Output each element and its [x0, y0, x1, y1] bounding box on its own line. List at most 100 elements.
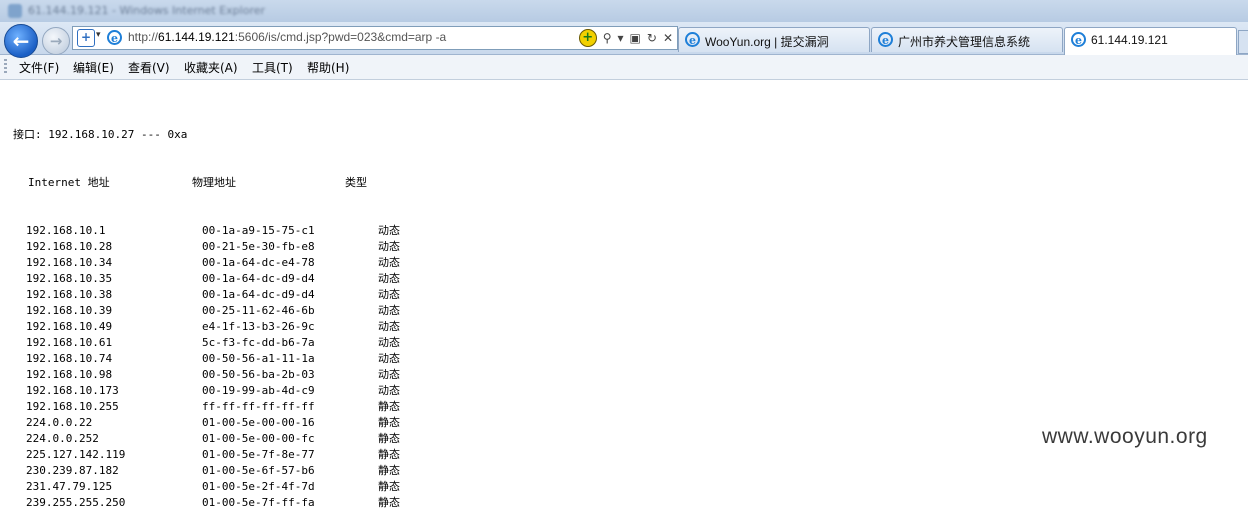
search-icon[interactable]: ⚲	[603, 31, 612, 45]
tab-active-ip[interactable]: e 61.144.19.121	[1064, 27, 1237, 55]
table-row: 192.168.10.173 00-19-99-ab-4d-c9 动态	[13, 383, 400, 399]
ie-page-icon: e	[107, 30, 122, 45]
table-row: 231.47.79.125 01-00-5e-2f-4f-7d 静态	[13, 479, 400, 495]
toolbar-grip[interactable]	[4, 59, 7, 75]
cell-type: 动态	[378, 256, 400, 269]
tab-label: 61.144.19.121	[1091, 33, 1168, 47]
cell-mac: 00-50-56-a1-11-1a	[202, 352, 315, 365]
cell-mac: 00-21-5e-30-fb-e8	[202, 240, 315, 253]
table-row: 192.168.10.74 00-50-56-a1-11-1a 动态	[13, 351, 400, 367]
cell-ip: 192.168.10.98	[26, 368, 113, 381]
cell-mac: 00-1a-a9-15-75-c1	[202, 224, 315, 237]
cell-type: 静态	[378, 432, 400, 445]
cell-type: 动态	[378, 240, 400, 253]
cell-ip: 224.0.0.22	[26, 416, 93, 429]
header-ip: Internet 地址	[28, 176, 110, 189]
table-row: 192.168.10.1 00-1a-a9-15-75-c1 动态	[13, 223, 400, 239]
cell-type: 动态	[378, 352, 400, 365]
table-row: 224.0.0.22 01-00-5e-00-00-16 静态	[13, 415, 400, 431]
url-host: 61.144.19.121	[158, 30, 235, 44]
interface-line: 接口: 192.168.10.27 --- 0xa	[13, 127, 187, 143]
tab-label: 广州市养犬管理信息系统	[898, 35, 1031, 49]
address-tools: + ⚲ ▾ ▣ ↻ ✕	[578, 29, 673, 47]
arp-output: 接口: 192.168.10.27 --- 0xa Internet 地址 物理…	[13, 95, 400, 527]
stop-icon[interactable]: ✕	[663, 31, 673, 45]
cell-ip: 192.168.10.1	[26, 224, 106, 237]
cell-type: 动态	[378, 304, 400, 317]
new-tab-button[interactable]	[1238, 30, 1248, 54]
cell-mac: 00-50-56-ba-2b-03	[202, 368, 315, 381]
cell-ip: 192.168.10.35	[26, 272, 113, 285]
table-row: 192.168.10.38 00-1a-64-dc-d9-d4 动态	[13, 287, 400, 303]
url-prefix: http://	[128, 30, 159, 44]
refresh-icon[interactable]: ↻	[647, 31, 657, 45]
cell-type: 动态	[378, 288, 400, 301]
compatibility-view-icon[interactable]: +	[77, 29, 95, 47]
cell-ip: 192.168.10.74	[26, 352, 113, 365]
ie-tab-icon: e	[1071, 32, 1086, 47]
forward-button[interactable]: →	[42, 27, 70, 55]
arrow-left-icon: ←	[12, 29, 30, 53]
window-title: 61.144.19.121 - Windows Internet Explore…	[28, 4, 266, 17]
table-row: 192.168.10.61 5c-f3-fc-dd-b6-7a 动态	[13, 335, 400, 351]
dropdown-icon[interactable]: ▾	[618, 31, 624, 45]
cell-ip: 192.168.10.34	[26, 256, 113, 269]
header-mac: 物理地址	[192, 176, 236, 189]
menu-favorites[interactable]: 收藏夹(A)	[184, 59, 238, 76]
cell-ip: 192.168.10.173	[26, 384, 119, 397]
cell-type: 动态	[378, 320, 400, 333]
table-row: 192.168.10.49 e4-1f-13-b3-26-9c 动态	[13, 319, 400, 335]
cell-type: 动态	[378, 272, 400, 285]
cell-ip: 224.0.0.252	[26, 432, 99, 445]
cell-mac: 00-1a-64-dc-e4-78	[202, 256, 315, 269]
cell-type: 静态	[378, 480, 400, 493]
cell-ip: 192.168.10.38	[26, 288, 113, 301]
cell-mac: 5c-f3-fc-dd-b6-7a	[202, 336, 315, 349]
table-row: 192.168.10.98 00-50-56-ba-2b-03 动态	[13, 367, 400, 383]
arp-table-body: 192.168.10.1 00-1a-a9-15-75-c1 动态 192.168.1…	[13, 223, 400, 511]
menu-tools[interactable]: 工具(T)	[252, 59, 293, 76]
menu-help[interactable]: 帮助(H)	[307, 59, 349, 76]
addon-plus-icon[interactable]: +	[578, 29, 597, 47]
navigation-bar: ← → + ▾ e http://61.144.19.121:5606/is/c…	[0, 22, 1248, 58]
menu-view[interactable]: 查看(V)	[128, 59, 170, 76]
tab-wooyun[interactable]: e WooYun.org | 提交漏洞	[678, 27, 870, 52]
cell-type: 动态	[378, 224, 400, 237]
menu-edit[interactable]: 编辑(E)	[73, 59, 114, 76]
cell-ip: 239.255.255.250	[26, 496, 126, 509]
cell-type: 动态	[378, 368, 400, 381]
cell-mac: 01-00-5e-00-00-16	[202, 416, 315, 429]
table-row: 192.168.10.28 00-21-5e-30-fb-e8 动态	[13, 239, 400, 255]
cell-type: 静态	[378, 400, 400, 413]
table-row: 225.127.142.119 01-00-5e-7f-8e-77 静态	[13, 447, 400, 463]
compat-icon[interactable]: ▣	[630, 31, 641, 45]
url-text[interactable]: http://61.144.19.121:5606/is/cmd.jsp?pwd…	[128, 30, 446, 44]
cell-mac: 01-00-5e-00-00-fc	[202, 432, 315, 445]
table-row: 192.168.10.39 00-25-11-62-46-6b 动态	[13, 303, 400, 319]
cell-ip: 230.239.87.182	[26, 464, 119, 477]
interface-text: 接口: 192.168.10.27 --- 0xa	[13, 128, 188, 141]
cell-ip: 192.168.10.255	[26, 400, 119, 413]
window-title-bar: 61.144.19.121 - Windows Internet Explore…	[0, 0, 1248, 22]
chevron-down-icon[interactable]: ▾	[96, 30, 101, 40]
arrow-right-icon: →	[49, 32, 63, 50]
cell-mac: 00-19-99-ab-4d-c9	[202, 384, 315, 397]
cell-mac: 01-00-5e-2f-4f-7d	[202, 480, 315, 493]
menu-file[interactable]: 文件(F)	[19, 59, 59, 76]
cell-type: 静态	[378, 416, 400, 429]
ie-tab-icon: e	[878, 32, 893, 47]
back-button[interactable]: ←	[4, 24, 38, 58]
cell-mac: 00-1a-64-dc-d9-d4	[202, 288, 315, 301]
cell-ip: 192.168.10.39	[26, 304, 113, 317]
cell-ip: 192.168.10.61	[26, 336, 113, 349]
table-row: 192.168.10.35 00-1a-64-dc-d9-d4 动态	[13, 271, 400, 287]
cell-type: 动态	[378, 384, 400, 397]
table-row: 192.168.10.255 ff-ff-ff-ff-ff-ff 静态	[13, 399, 400, 415]
cell-mac: 00-1a-64-dc-d9-d4	[202, 272, 315, 285]
cell-mac: ff-ff-ff-ff-ff-ff	[202, 400, 315, 413]
address-bar[interactable]: + ▾ e http://61.144.19.121:5606/is/cmd.j…	[72, 26, 678, 50]
menu-bar: 文件(F) 编辑(E) 查看(V) 收藏夹(A) 工具(T) 帮助(H)	[0, 55, 1248, 80]
table-row: 230.239.87.182 01-00-5e-6f-57-b6 静态	[13, 463, 400, 479]
watermark: www.wooyun.org	[1042, 425, 1208, 448]
tab-guangzhou[interactable]: e 广州市养犬管理信息系统	[871, 27, 1063, 52]
